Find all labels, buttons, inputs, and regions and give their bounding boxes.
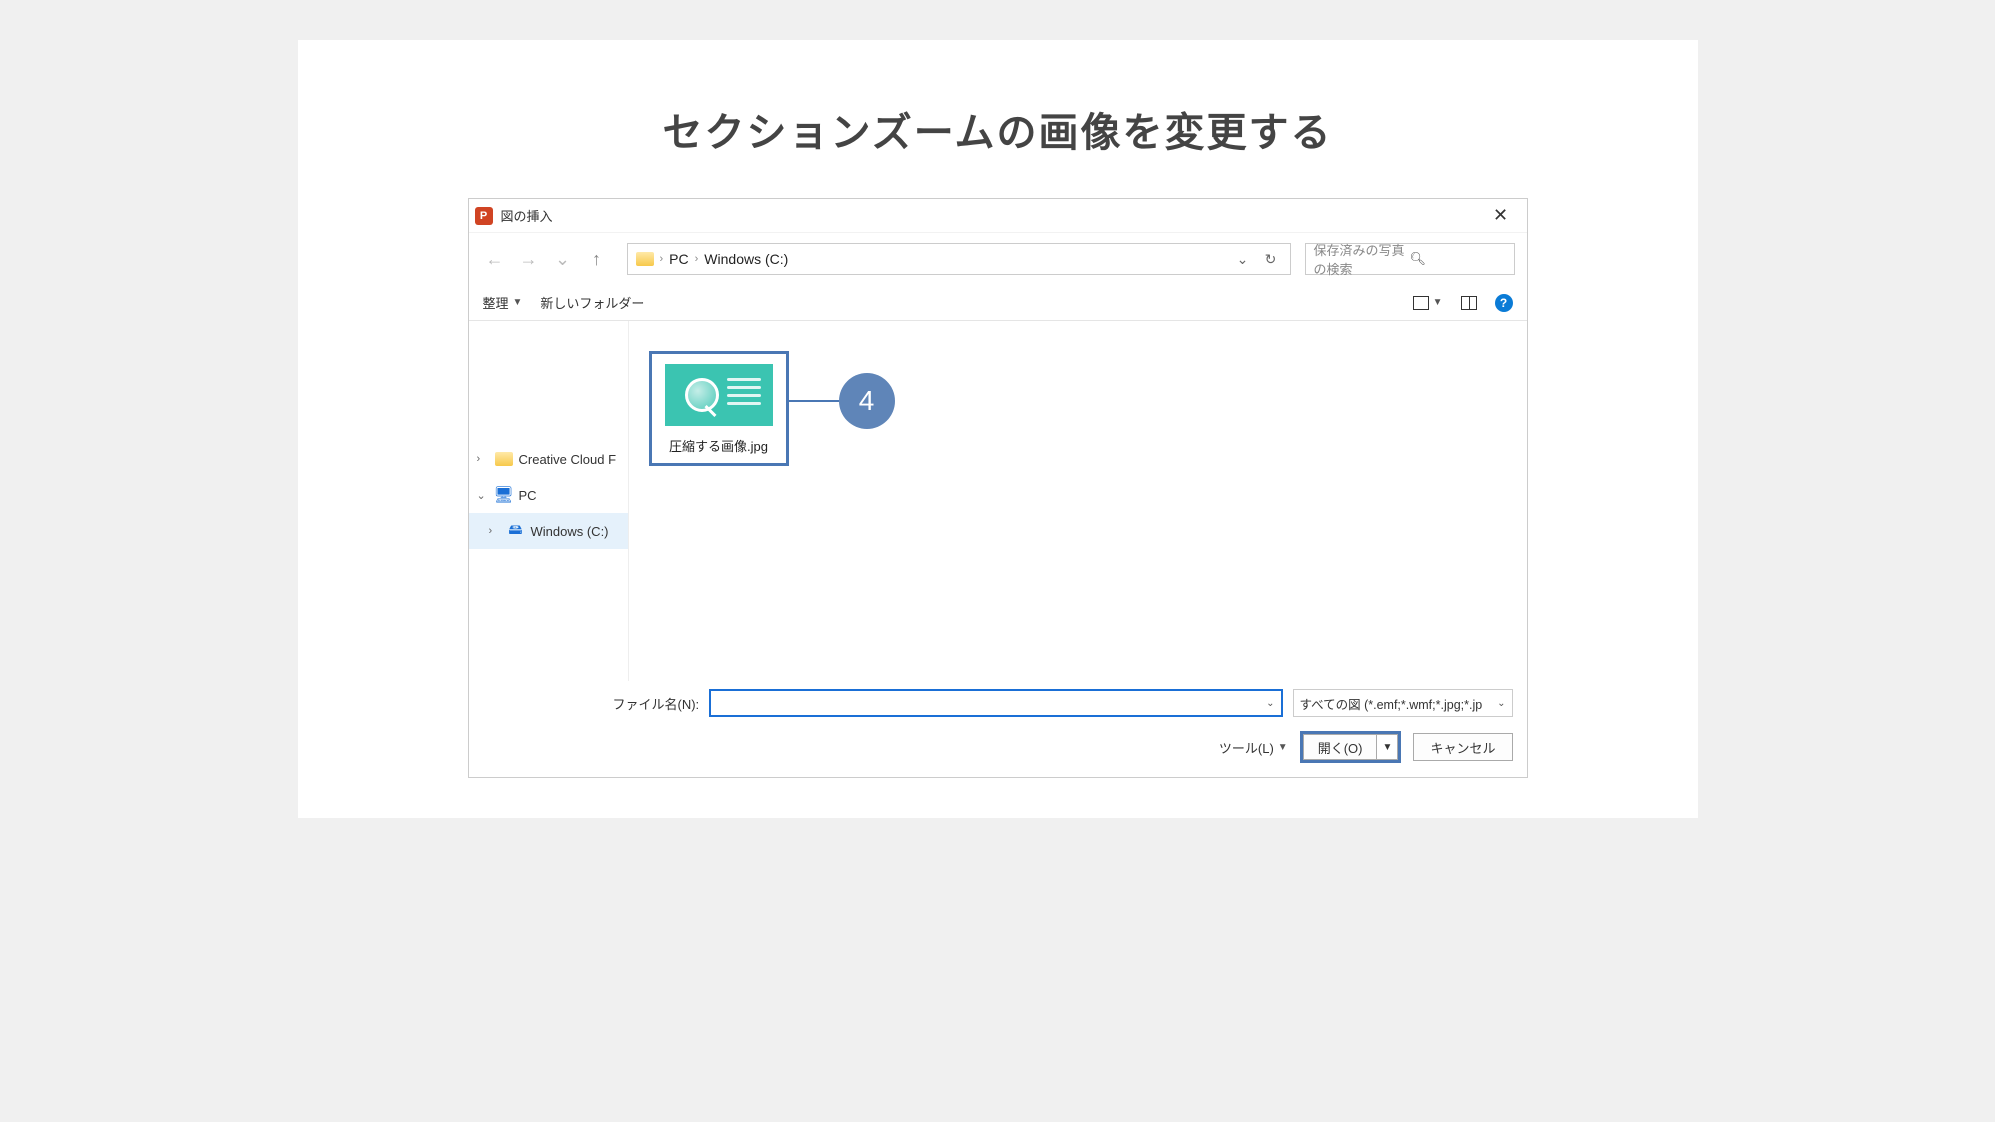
nav-row: ← → ⌄ ↑ › PC › Windows (C:) ⌄ ↻ 保存済みの写真の… — [469, 233, 1527, 285]
chevron-down-icon: ▼ — [1383, 742, 1393, 753]
view-mode-button[interactable]: ▼ — [1413, 296, 1443, 310]
nav-up-button[interactable]: ↑ — [583, 245, 611, 273]
callout-connector — [789, 400, 839, 402]
nav-back-button[interactable]: ← — [481, 245, 509, 273]
close-button[interactable]: ✕ — [1481, 199, 1521, 232]
preview-pane-icon — [1461, 296, 1477, 310]
address-dropdown-icon[interactable]: ⌄ — [1232, 251, 1254, 268]
slide: セクションズームの画像を変更する P 図の挿入 ✕ ← → ⌄ ↑ › PC ›… — [298, 40, 1698, 818]
tree-item-drive[interactable]: › 🖴︎ Windows (C:) — [469, 513, 628, 549]
help-button[interactable]: ? — [1495, 294, 1513, 312]
tree-item-creative-cloud[interactable]: › Creative Cloud F — [469, 441, 628, 477]
breadcrumb-sep-icon: › — [660, 253, 664, 265]
address-refresh-icon[interactable]: ↻ — [1260, 251, 1282, 268]
filetype-select[interactable]: すべての図 (*.emf;*.wmf;*.jpg;*.jp ⌄ — [1293, 689, 1513, 717]
dialog-body: › Creative Cloud F ⌄ 🖥︎ PC › 🖴︎ Windows … — [469, 321, 1527, 681]
step-number-badge: 4 — [839, 373, 895, 429]
action-row: ツール(L) ▼ 開く(O) ▼ キャンセル — [469, 725, 1527, 777]
breadcrumb-sep-icon: › — [695, 253, 699, 265]
tree-label: Creative Cloud F — [519, 452, 617, 467]
tools-label-text: ツール(L) — [1219, 738, 1274, 757]
open-button-group: 開く(O) ▼ — [1300, 731, 1402, 763]
chevron-right-icon: › — [489, 525, 501, 537]
chevron-down-icon: ⌄ — [477, 489, 489, 502]
open-button[interactable]: 開く(O) — [1303, 734, 1377, 760]
tree-label: PC — [519, 488, 537, 503]
view-icon — [1413, 296, 1429, 310]
drive-icon: 🖴︎ — [507, 524, 525, 538]
folder-icon — [495, 452, 513, 466]
organize-label: 整理 — [483, 293, 509, 312]
open-dropdown-button[interactable]: ▼ — [1376, 734, 1398, 760]
pc-icon: 🖥︎ — [495, 488, 513, 502]
file-tile-selected[interactable]: 圧縮する画像.jpg — [649, 351, 789, 466]
arrow-right-icon: → — [520, 249, 538, 270]
search-placeholder: 保存済みの写真の検索 — [1314, 240, 1410, 278]
chevron-down-icon: ⌄ — [555, 249, 570, 270]
filename-label: ファイル名(N): — [613, 694, 700, 713]
arrow-up-icon: ↑ — [592, 249, 601, 270]
new-folder-button[interactable]: 新しいフォルダー — [540, 293, 644, 312]
folder-tree: › Creative Cloud F ⌄ 🖥︎ PC › 🖴︎ Windows … — [469, 321, 629, 681]
organize-button[interactable]: 整理 ▼ — [483, 293, 523, 312]
preview-pane-button[interactable] — [1461, 296, 1477, 310]
chevron-down-icon: ▼ — [1278, 742, 1288, 753]
tree-label: Windows (C:) — [531, 524, 609, 539]
filename-input[interactable]: ⌄ — [709, 689, 1282, 717]
search-icon: 🔍︎ — [1410, 251, 1506, 267]
chevron-down-icon: ▼ — [1433, 297, 1443, 308]
breadcrumb-pc[interactable]: PC — [669, 251, 688, 267]
address-bar[interactable]: › PC › Windows (C:) ⌄ ↻ — [627, 243, 1291, 275]
chevron-down-icon: ▼ — [513, 297, 523, 308]
chevron-right-icon: › — [477, 453, 489, 465]
powerpoint-icon: P — [475, 207, 493, 225]
close-icon: ✕ — [1493, 205, 1508, 226]
filetype-label: すべての図 (*.emf;*.wmf;*.jpg;*.jp — [1300, 694, 1483, 713]
nav-forward-button[interactable]: → — [515, 245, 543, 273]
tools-button[interactable]: ツール(L) ▼ — [1219, 738, 1288, 757]
folder-icon — [636, 252, 654, 266]
filename-row: ファイル名(N): ⌄ すべての図 (*.emf;*.wmf;*.jpg;*.j… — [469, 681, 1527, 725]
file-thumbnail — [665, 364, 773, 426]
cancel-button[interactable]: キャンセル — [1413, 733, 1512, 761]
dialog-title: 図の挿入 — [501, 206, 553, 225]
chevron-down-icon: ⌄ — [1266, 698, 1274, 709]
file-name-label: 圧縮する画像.jpg — [669, 436, 768, 455]
step-callout: 4 — [789, 373, 895, 429]
toolbar: 整理 ▼ 新しいフォルダー ▼ ? — [469, 285, 1527, 321]
file-dialog: P 図の挿入 ✕ ← → ⌄ ↑ › PC › Windows (C:) ⌄ ↻ — [468, 198, 1528, 778]
titlebar: P 図の挿入 ✕ — [469, 199, 1527, 233]
slide-title: セクションズームの画像を変更する — [663, 100, 1333, 158]
chevron-down-icon: ⌄ — [1497, 698, 1505, 709]
file-list[interactable]: 圧縮する画像.jpg 4 — [629, 321, 1527, 681]
arrow-left-icon: ← — [486, 249, 504, 270]
breadcrumb-drive[interactable]: Windows (C:) — [704, 251, 788, 267]
search-input[interactable]: 保存済みの写真の検索 🔍︎ — [1305, 243, 1515, 275]
tree-item-pc[interactable]: ⌄ 🖥︎ PC — [469, 477, 628, 513]
nav-recent-button[interactable]: ⌄ — [549, 245, 577, 273]
